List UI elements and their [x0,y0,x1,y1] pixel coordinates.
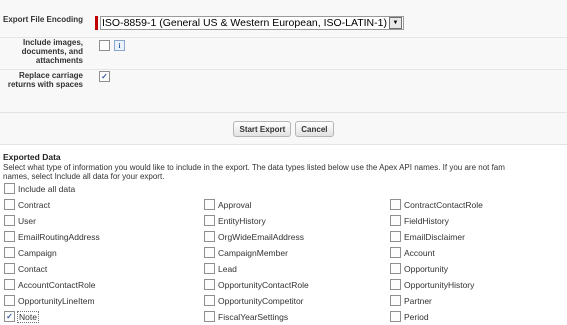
exported-data-label: OpportunityCompetitor [218,295,304,306]
exported-data-option[interactable]: Lead [204,263,237,274]
exported-data-label: EmailRoutingAddress [18,231,100,242]
include-images-row: Include images, documents, and attachmen… [0,38,567,69]
exported-data-label: Note [17,310,39,323]
replace-cr-row: Replace carriage returns with spaces ✓ [0,70,567,110]
exported-data-checkbox[interactable] [204,215,215,226]
include-all-data-checkbox[interactable] [4,183,15,194]
exported-data-checkbox[interactable] [4,263,15,274]
required-indicator [95,16,98,30]
exported-data-checkbox[interactable] [204,279,215,290]
exported-data-title: Exported Data [3,152,61,162]
exported-data-option[interactable]: User [4,215,36,226]
exported-data-checkbox[interactable] [390,199,401,210]
exported-data-checkbox[interactable] [390,263,401,274]
exported-data-label: CampaignMember [218,247,288,258]
exported-data-label: Period [404,311,429,322]
exported-data-option[interactable]: EntityHistory [204,215,266,226]
exported-data-label: OpportunityHistory [404,279,475,290]
exported-data-option[interactable]: EmailDisclaimer [390,231,465,242]
exported-data-description: Select what type of information you woul… [3,163,567,181]
replace-cr-checkbox[interactable]: ✓ [99,71,110,82]
exported-data-option[interactable]: CampaignMember [204,247,288,258]
exported-data-checkbox[interactable] [4,231,15,242]
exported-data-option[interactable]: OpportunityCompetitor [204,295,304,306]
exported-data-label: ContractContactRole [404,199,483,210]
exported-data-label: Approval [218,199,252,210]
exported-data-option[interactable]: Campaign [4,247,57,258]
exported-data-checkbox[interactable] [390,295,401,306]
exported-data-checkbox[interactable] [204,231,215,242]
exported-data-label: FiscalYearSettings [218,311,289,322]
start-export-button[interactable]: Start Export [233,121,292,137]
exported-data-option[interactable]: Account [390,247,435,258]
exported-data-option[interactable]: FieldHistory [390,215,449,226]
exported-data-label: User [18,215,36,226]
button-bar: Start Export Cancel [0,112,567,145]
description-line: Select what type of information you woul… [3,163,505,172]
exported-data-option[interactable]: FiscalYearSettings [204,311,288,322]
exported-data-checkbox[interactable] [390,231,401,242]
exported-data-option[interactable]: ContractContactRole [390,199,483,210]
exported-data-checkbox[interactable] [204,311,215,322]
encoding-label: Export File Encoding [2,15,83,24]
exported-data-label: Partner [404,295,432,306]
exported-data-checkbox[interactable] [204,295,215,306]
exported-data-option[interactable]: ✓ Note [4,310,39,323]
exported-data-option[interactable]: Approval [204,199,252,210]
exported-data-checkbox[interactable] [204,199,215,210]
exported-data-label: Campaign [18,247,57,258]
exported-data-option[interactable]: Contract [4,199,50,210]
exported-data-label: OpportunityContactRole [218,279,309,290]
exported-data-label: EntityHistory [218,215,266,226]
exported-data-checkbox[interactable] [204,247,215,258]
exported-data-checkbox[interactable]: ✓ [4,311,15,322]
exported-data-option[interactable]: OpportunityLineItem [4,295,95,306]
chevron-down-icon[interactable]: ▼ [388,17,402,29]
include-all-data-label: Include all data [18,183,76,194]
exported-data-option[interactable]: AccountContactRole [4,279,96,290]
exported-data-checkbox[interactable] [204,263,215,274]
exported-data-checkbox[interactable] [4,199,15,210]
exported-data-label: AccountContactRole [18,279,96,290]
encoding-row: Export File Encoding ISO-8859-1 (General… [0,0,567,37]
exported-data-label: FieldHistory [404,215,449,226]
include-all-data-option[interactable]: Include all data [4,183,75,194]
exported-data-label: Lead [218,263,237,274]
exported-data-checkbox[interactable] [4,295,15,306]
exported-data-label: Contact [18,263,48,274]
include-images-checkbox[interactable] [99,40,110,51]
exported-data-checkbox[interactable] [390,215,401,226]
encoding-selected-value: ISO-8859-1 (General US & Western Europea… [102,17,387,29]
exported-data-label: Account [404,247,435,258]
cancel-button[interactable]: Cancel [295,121,334,137]
exported-data-checkbox[interactable] [4,247,15,258]
replace-cr-label: Replace carriage returns with spaces [7,71,83,89]
exported-data-option[interactable]: EmailRoutingAddress [4,231,100,242]
exported-data-label: EmailDisclaimer [404,231,465,242]
exported-data-option[interactable]: OpportunityContactRole [204,279,309,290]
exported-data-option[interactable]: Contact [4,263,47,274]
exported-data-option[interactable]: Opportunity [390,263,448,274]
include-images-label: Include images, documents, and attachmen… [21,38,83,65]
exported-data-label: Contract [18,199,51,210]
exported-data-checkbox[interactable] [390,247,401,258]
description-line: names, select Include all data for your … [3,172,165,181]
exported-data-label: Opportunity [404,263,448,274]
encoding-select[interactable]: ISO-8859-1 (General US & Western Europea… [100,16,404,30]
exported-data-checkbox[interactable] [4,215,15,226]
exported-data-option[interactable]: OpportunityHistory [390,279,474,290]
encoding-select-wrapper: ISO-8859-1 (General US & Western Europea… [95,16,404,30]
info-icon[interactable]: i [114,40,125,51]
exported-data-option[interactable]: Partner [390,295,432,306]
exported-data-checkbox[interactable] [390,279,401,290]
exported-data-option[interactable]: Period [390,311,429,322]
exported-data-label: OpportunityLineItem [18,295,95,306]
export-settings-panel: Export File Encoding ISO-8859-1 (General… [0,0,567,145]
exported-data-label: OrgWideEmailAddress [218,231,304,242]
exported-data-option[interactable]: OrgWideEmailAddress [204,231,304,242]
exported-data-checkbox[interactable] [4,279,15,290]
exported-data-checkbox[interactable] [390,311,401,322]
